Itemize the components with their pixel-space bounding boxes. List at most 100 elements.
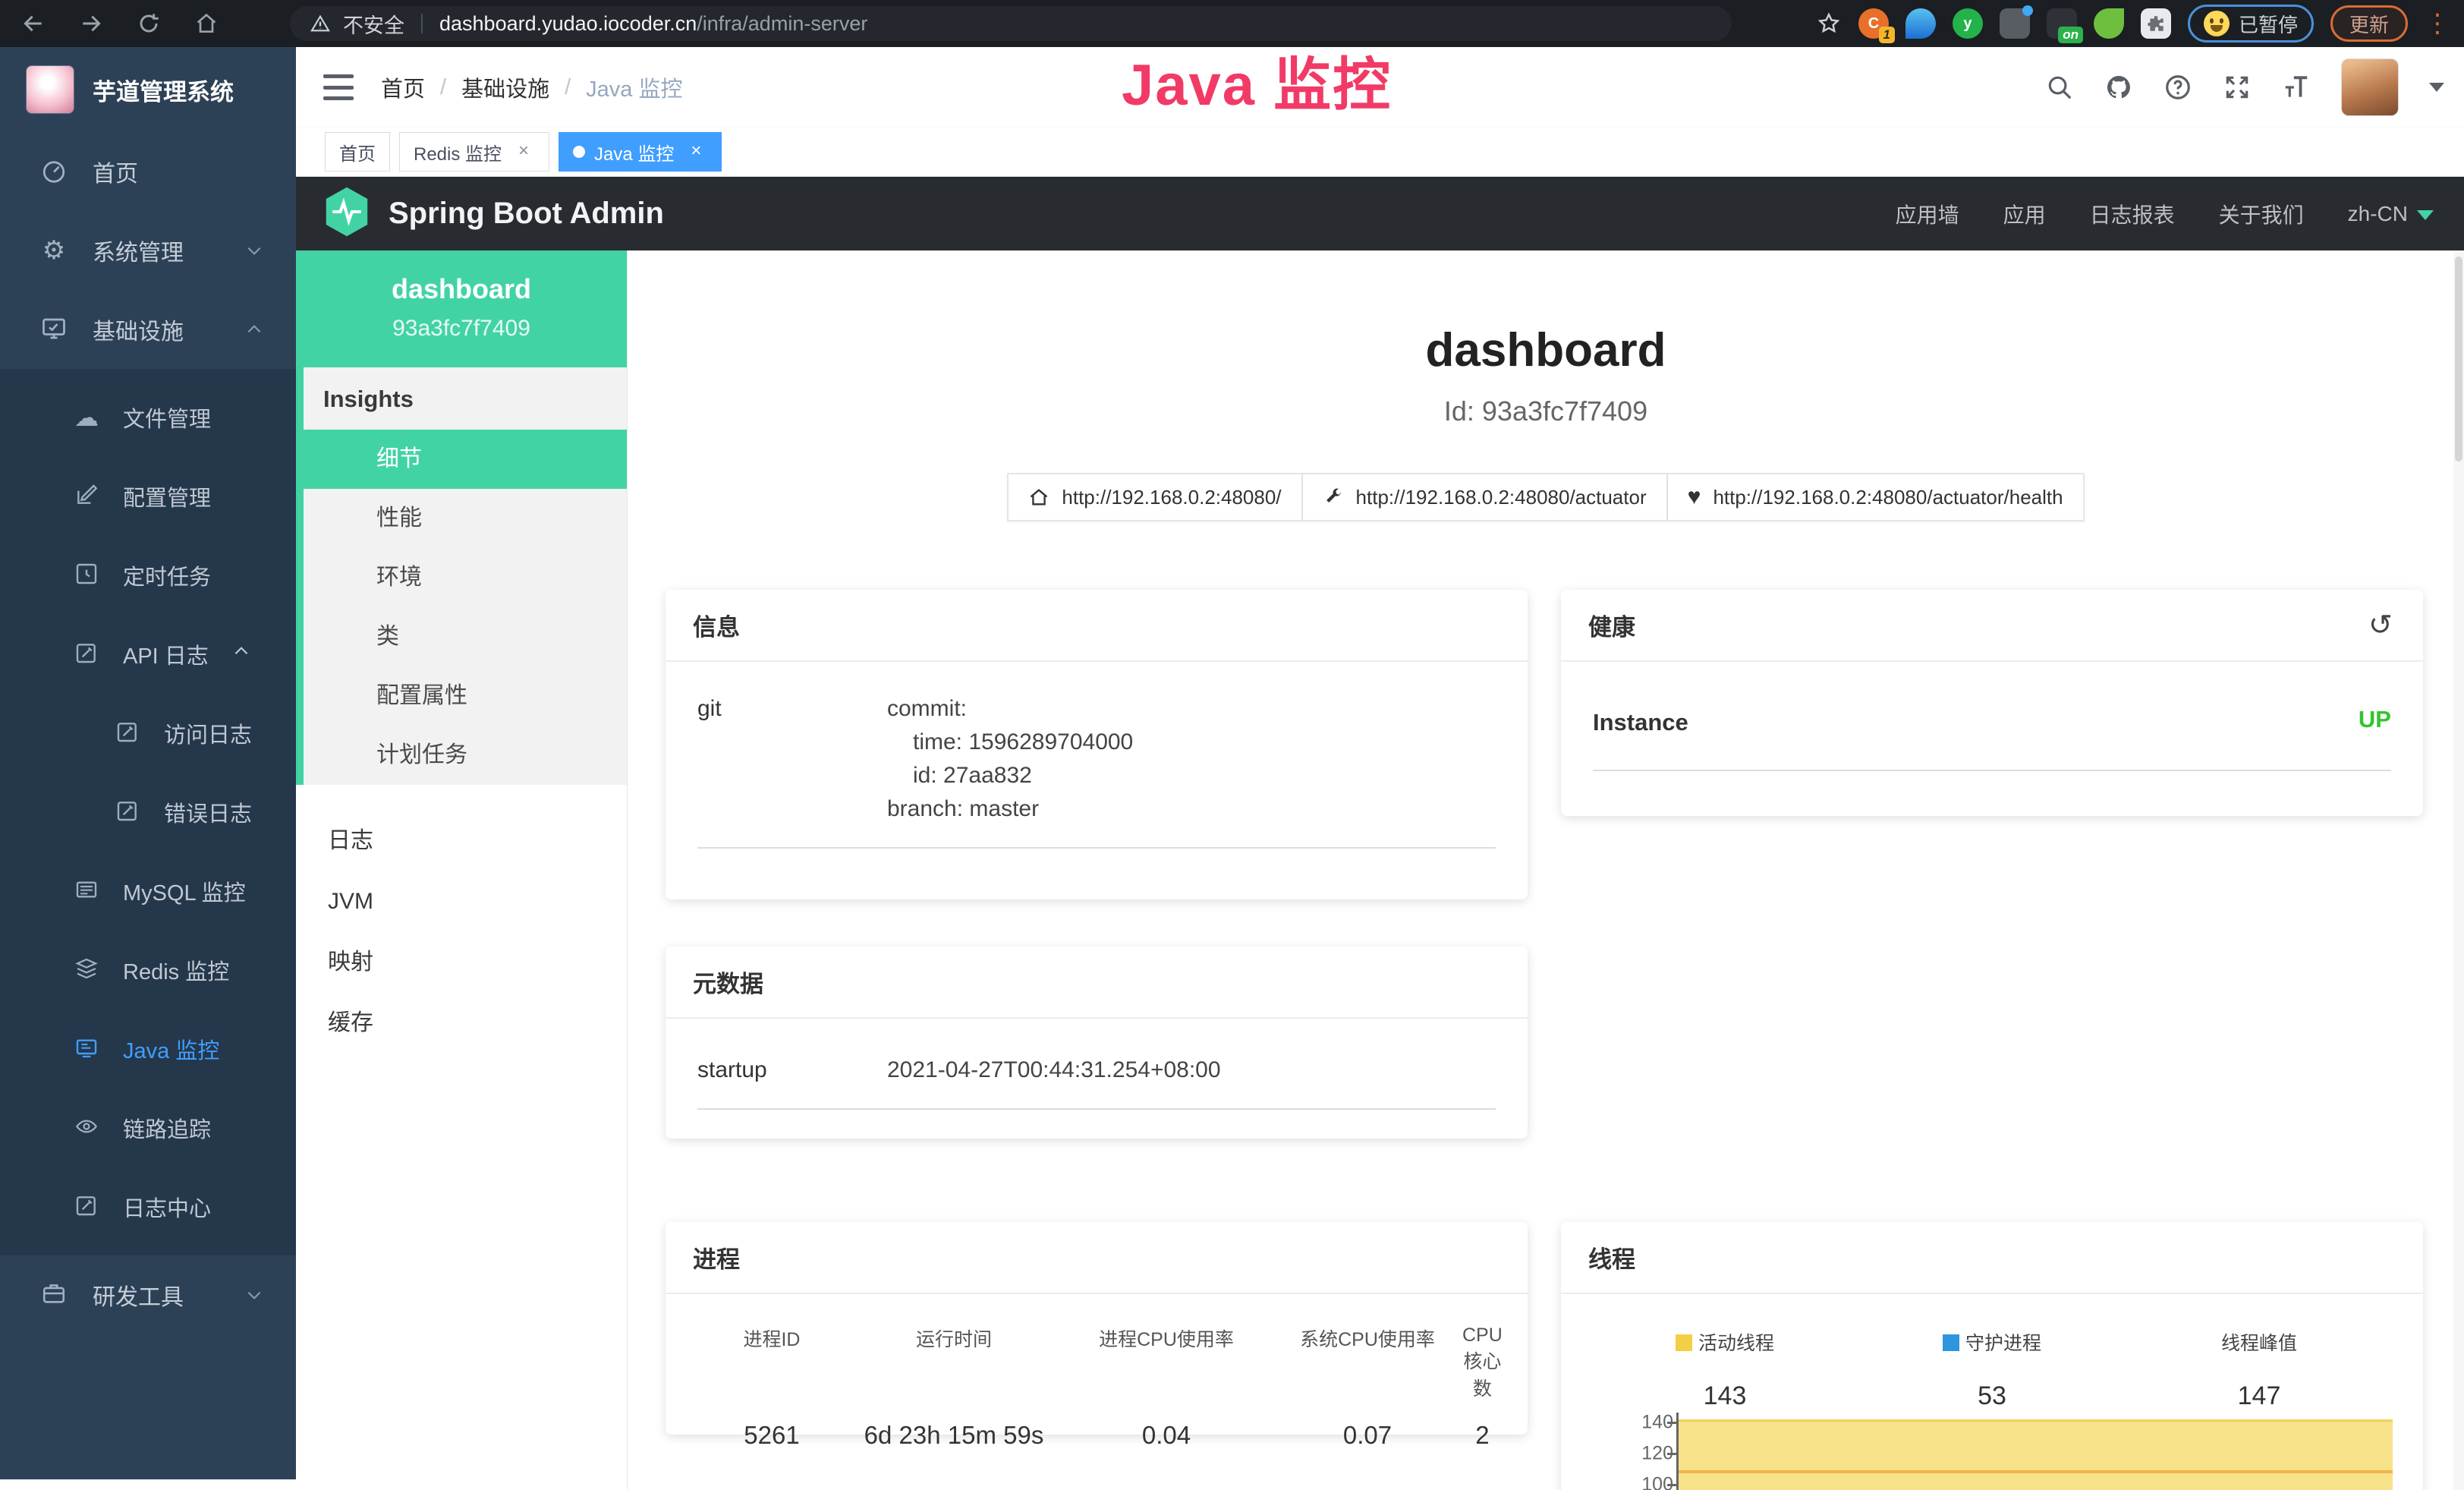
endpoint-health-button[interactable]: ♥ http://192.168.0.2:48080/actuator/heal… xyxy=(1668,473,2085,521)
sba-menu-classes[interactable]: 类 xyxy=(304,607,627,666)
url-text[interactable]: dashboard.yudao.iocoder.cn/infra/admin-s… xyxy=(439,12,867,36)
back-icon[interactable] xyxy=(21,11,46,36)
extension-leaf-icon[interactable] xyxy=(2094,8,2124,39)
sba-menu-config-props[interactable]: 配置属性 xyxy=(304,666,627,726)
sidebar-item-log-center[interactable]: 日志中心 xyxy=(0,1167,296,1246)
hamburger-icon[interactable] xyxy=(323,74,354,100)
card-info: 信息 git commit: time: 1596289704000 id: 2… xyxy=(666,590,1528,899)
update-label: 更新 xyxy=(2349,10,2389,38)
card-metadata: 元数据 startup 2021-04-27T00:44:31.254+08:0… xyxy=(666,947,1528,1139)
sidebar-item-system[interactable]: ⚙ 系统管理 xyxy=(0,211,296,290)
tag-java-monitor[interactable]: Java 监控 × xyxy=(559,132,722,172)
font-size-icon[interactable] xyxy=(2282,73,2311,102)
fullscreen-icon[interactable] xyxy=(2223,73,2252,102)
sidebar-item-access-log[interactable]: 访问日志 xyxy=(0,694,296,773)
sidebar-item-scheduled-job[interactable]: 定时任务 xyxy=(0,536,296,615)
sba-menu-logfile[interactable]: 日志 xyxy=(296,811,627,871)
scrollbar-thumb[interactable] xyxy=(2455,257,2462,461)
tag-close-icon[interactable]: × xyxy=(512,140,535,163)
tag-redis-monitor[interactable]: Redis 监控× xyxy=(399,132,549,172)
endpoint-actuator-button[interactable]: http://192.168.0.2:48080/actuator xyxy=(1303,473,1668,521)
sba-nav-about[interactable]: 关于我们 xyxy=(2219,199,2304,229)
endpoint-root-button[interactable]: http://192.168.0.2:48080/ xyxy=(1007,473,1302,521)
home-icon[interactable] xyxy=(194,11,219,36)
app-logo-row[interactable]: 芋道管理系统 xyxy=(0,47,296,132)
sba-nav-journal[interactable]: 日志报表 xyxy=(2090,199,2175,229)
sba-brand[interactable]: Spring Boot Admin xyxy=(323,186,664,241)
extension-colorzilla-icon[interactable]: C1 xyxy=(1858,8,1889,39)
history-icon[interactable]: ↺ xyxy=(2368,612,2396,639)
sidebar-item-infrastructure[interactable]: 基础设施 xyxy=(0,290,296,369)
sba-menu-details[interactable]: 细节 xyxy=(304,430,627,489)
sba-menu-jvm[interactable]: JVM xyxy=(296,871,627,932)
sba-group-title[interactable]: Insights xyxy=(304,367,627,430)
extension-y-icon[interactable]: y xyxy=(1953,8,1983,39)
y-tickmark xyxy=(1667,1484,1676,1486)
browser-menu-icon[interactable]: ⋮ xyxy=(2425,11,2450,36)
sidebar-item-label: 访问日志 xyxy=(164,717,252,749)
sba-menu-mappings[interactable]: 映射 xyxy=(296,932,627,993)
info-row-label: git xyxy=(697,692,887,826)
window-bottom-strip xyxy=(0,1479,296,1490)
breadcrumb-section[interactable]: 基础设施 xyxy=(461,71,549,103)
profile-paused-pill[interactable]: 已暂停 xyxy=(2188,5,2314,43)
sidebar-item-file-manage[interactable]: ☁ 文件管理 xyxy=(0,378,296,457)
reload-icon[interactable] xyxy=(137,11,161,36)
sba-locale-select[interactable]: zh-CN xyxy=(2348,202,2434,226)
sba-nav-applications[interactable]: 应用 xyxy=(2003,199,2046,229)
app-title: 芋道管理系统 xyxy=(93,73,234,107)
github-icon[interactable] xyxy=(2104,73,2133,102)
card-title: 元数据 xyxy=(693,965,763,999)
card-title: 健康 xyxy=(1588,608,1635,642)
security-label[interactable]: 不安全 xyxy=(343,9,404,39)
sba-menu-metrics[interactable]: 性能 xyxy=(304,489,627,548)
browser-update-button[interactable]: 更新 xyxy=(2330,5,2408,42)
y-tick-100: 100 xyxy=(1591,1474,1673,1490)
extensions-puzzle-icon[interactable] xyxy=(2141,8,2171,39)
sidebar-item-java-monitor[interactable]: Java 监控 xyxy=(0,1010,296,1088)
sba-menu-scheduled-tasks[interactable]: 计划任务 xyxy=(304,726,627,785)
tag-label: Java 监控 xyxy=(594,139,674,165)
sba-menu-environment[interactable]: 环境 xyxy=(304,548,627,607)
user-menu-caret-icon[interactable] xyxy=(2429,83,2444,92)
help-icon[interactable] xyxy=(2163,73,2192,102)
sidebar-item-trace[interactable]: 链路追踪 xyxy=(0,1088,296,1167)
user-avatar[interactable] xyxy=(2341,58,2399,116)
forward-icon[interactable] xyxy=(79,11,103,36)
extension-grid-icon[interactable] xyxy=(2000,8,2030,39)
sba-menu-caches[interactable]: 缓存 xyxy=(296,993,627,1054)
tag-close-icon[interactable]: × xyxy=(684,140,707,163)
sidebar-item-mysql-monitor[interactable]: MySQL 监控 xyxy=(0,852,296,931)
sba-menu-group-insights: Insights 细节 性能 环境 类 配置属性 计划任务 xyxy=(296,367,627,785)
sidebar-item-config-manage[interactable]: 配置管理 xyxy=(0,457,296,536)
extension-pin-icon[interactable] xyxy=(1905,8,1936,39)
locale-caret-icon xyxy=(2417,210,2434,220)
sidebar-item-label: 配置管理 xyxy=(123,480,211,512)
sidebar-item-redis-monitor[interactable]: Redis 监控 xyxy=(0,931,296,1010)
breadcrumb-current: Java 监控 xyxy=(586,71,682,103)
legend-daemon: 守护进程 xyxy=(1858,1328,2126,1356)
extension-switch-icon[interactable]: on xyxy=(2047,8,2077,39)
process-table: 进程ID 运行时间 进程CPU使用率 系统CPU使用率 CPU核心数 5261 … xyxy=(696,1325,1497,1450)
sidebar-item-error-log[interactable]: 错误日志 xyxy=(0,773,296,852)
address-bar[interactable]: 不安全 dashboard.yudao.iocoder.cn/infra/adm… xyxy=(290,6,1732,41)
sidebar-item-api-log[interactable]: API 日志 xyxy=(0,615,296,694)
java-monitor-icon xyxy=(73,1035,100,1063)
sidebar-item-dev-tools[interactable]: 研发工具 xyxy=(0,1255,296,1334)
breadcrumb-home[interactable]: 首页 xyxy=(381,71,425,103)
chevron-up-icon xyxy=(244,320,264,339)
sba-instance-header[interactable]: dashboard 93a3fc7f7409 xyxy=(296,250,627,367)
search-icon[interactable] xyxy=(2045,73,2074,102)
sba-nav-wall[interactable]: 应用墙 xyxy=(1896,199,1959,229)
chevron-down-icon xyxy=(244,1285,264,1305)
card-metadata-title: 元数据 xyxy=(666,947,1528,1019)
sidebar-item-label: 首页 xyxy=(93,155,138,188)
screen: 不安全 dashboard.yudao.iocoder.cn/infra/adm… xyxy=(0,0,2464,1490)
tag-home[interactable]: 首页 xyxy=(325,132,390,172)
sidebar-item-home[interactable]: 首页 xyxy=(0,132,296,211)
bookmark-star-icon[interactable] xyxy=(1816,11,1842,36)
sidebar-item-label: Redis 监控 xyxy=(123,954,229,986)
content-scrollbar[interactable] xyxy=(2453,250,2464,1490)
card-process-body: 进程ID 运行时间 进程CPU使用率 系统CPU使用率 CPU核心数 5261 … xyxy=(666,1294,1528,1450)
sidebar-submenu-infrastructure: ☁ 文件管理 配置管理 定时任务 API 日志 访问日志 xyxy=(0,369,296,1255)
